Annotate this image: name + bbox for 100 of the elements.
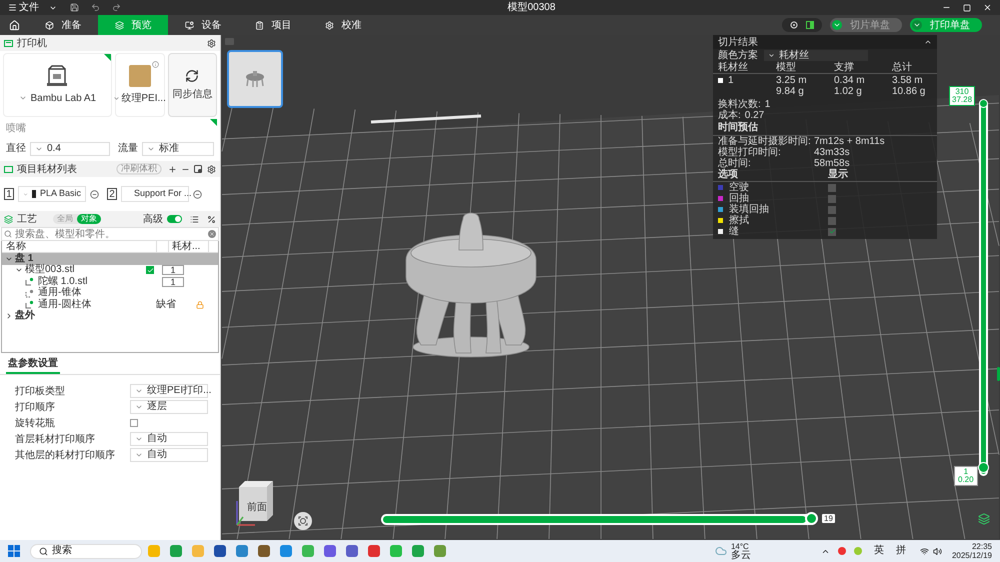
ime-indicator[interactable]: 英 [874,546,884,556]
filament-select[interactable]: Support For ... [121,186,189,202]
file-menu[interactable]: 文件 [0,2,58,12]
main-tab[interactable]: 设备 [168,15,238,35]
setting-label: 首层耗材打印顺序 [15,432,96,446]
remove-icon[interactable] [193,190,202,198]
field-label: 流量 [118,142,138,156]
filament-select[interactable]: PLA Basic [18,186,86,202]
search-icon [4,230,12,238]
remove-icon[interactable] [90,190,99,198]
tree-label: 盘外 [15,311,35,322]
caret-icon [23,190,28,198]
setting-select[interactable]: 逐层 [130,400,208,414]
color-swatch [718,78,723,83]
app-icon[interactable] [434,545,446,557]
app-icon[interactable] [236,545,248,557]
setting-select[interactable]: 自动 [130,448,208,462]
column-header[interactable]: 名称 [2,241,156,252]
taskbar-search[interactable]: 搜索 [30,544,142,558]
undo-icon[interactable] [91,3,100,12]
app-icon[interactable] [346,545,358,557]
time-value: 58m58s [814,158,850,169]
column-header: 耗材丝 [718,62,749,73]
home-icon [8,20,20,30]
setting-select[interactable]: 自动 [130,432,208,446]
layers-icon [4,214,13,224]
layers-icon[interactable] [978,513,990,525]
advanced-label: 高级 [143,212,163,226]
app-icon[interactable] [412,545,424,557]
scheme-select[interactable]: 耗材丝 [764,50,868,61]
checkbox[interactable] [828,228,836,236]
checkbox[interactable] [828,206,836,214]
settings-tab[interactable]: 盘参数设置 [6,356,60,374]
start-icon[interactable] [8,545,20,557]
sync-button[interactable]: 同步信息 [168,53,217,117]
advanced-switch[interactable] [167,215,182,223]
app-icon[interactable] [170,545,182,557]
checkbox[interactable] [130,419,138,427]
volume-icon[interactable] [932,546,942,556]
tree-row[interactable]: 通用-锥体 [2,288,218,299]
plate-thumbnail[interactable] [227,50,283,108]
app-icon[interactable] [324,545,336,557]
ime-indicator[interactable]: 拼 [896,546,906,556]
option-label: 缝 [729,226,740,237]
column-header: 显示 [828,169,848,180]
filament-index: 1 [4,188,14,200]
list-icon[interactable] [190,214,199,224]
tab-icon [324,20,334,30]
checkbox[interactable] [828,194,836,202]
main-tab[interactable]: 项目 [238,15,308,35]
checkbox[interactable] [146,266,154,274]
clear-icon[interactable] [208,230,216,238]
percent-icon[interactable] [207,214,216,224]
tree-row[interactable]: 盘外 [2,310,218,322]
printer-icon [46,64,68,86]
network-icon[interactable] [920,546,929,556]
model-icon [244,70,266,88]
default-label: 缺省 [156,300,176,310]
app-icon[interactable] [214,545,226,557]
caret-icon [113,94,120,102]
app-icon[interactable] [258,545,270,557]
expand-icon[interactable] [5,312,13,320]
save-icon[interactable] [70,3,79,12]
column-header: 选项 [718,169,739,180]
column-header[interactable]: 耗材... [168,241,208,252]
setting-select[interactable]: 纹理PEI打印... [130,384,208,398]
move-label: 19 [822,514,835,523]
table-cell-text: 0.34 m [834,75,866,86]
sync-icon[interactable] [194,164,203,174]
checkbox[interactable] [828,216,836,224]
app-icon[interactable] [368,545,380,557]
settings-icon[interactable] [207,38,216,48]
time-label: 模型打印时间: [718,147,782,158]
caret-icon [768,52,775,59]
option-label: 回抽 [729,193,750,204]
checkbox[interactable] [828,184,836,192]
filament-field[interactable]: 1 [162,265,184,276]
settings-icon[interactable] [207,164,216,174]
flow-field[interactable]: 标准 [142,142,214,156]
info-icon[interactable] [152,61,159,68]
main-tab[interactable]: 校准 [308,15,378,35]
tab-icon [44,20,54,30]
tree-row[interactable]: 模型003.stl 1 [2,264,218,276]
diameter-field[interactable]: 0.4 [30,142,110,156]
search-field[interactable]: 搜索盘、模型和零件。 [1,227,219,241]
list-icon [4,164,13,174]
tree-row[interactable]: 通用-圆柱体 缺省 [2,299,218,310]
slider-fill[interactable] [383,516,806,523]
close-icon[interactable] [983,3,992,12]
tree-row[interactable]: 盘 1 [2,253,218,264]
tree-row[interactable]: 陀螺 1.0.stl 1 [2,276,218,288]
view-toggle[interactable] [782,18,822,32]
filament-field[interactable]: 1 [162,276,184,287]
main-tab[interactable]: 准备 [28,15,98,35]
redo-icon[interactable] [112,3,121,12]
plate-card[interactable]: 纹理PEI... [114,53,165,117]
printer-card[interactable]: Bambu Lab A1 [3,53,112,117]
add-icon[interactable] [168,164,177,174]
app-icon[interactable] [280,545,292,557]
maximize-icon[interactable] [963,4,971,12]
